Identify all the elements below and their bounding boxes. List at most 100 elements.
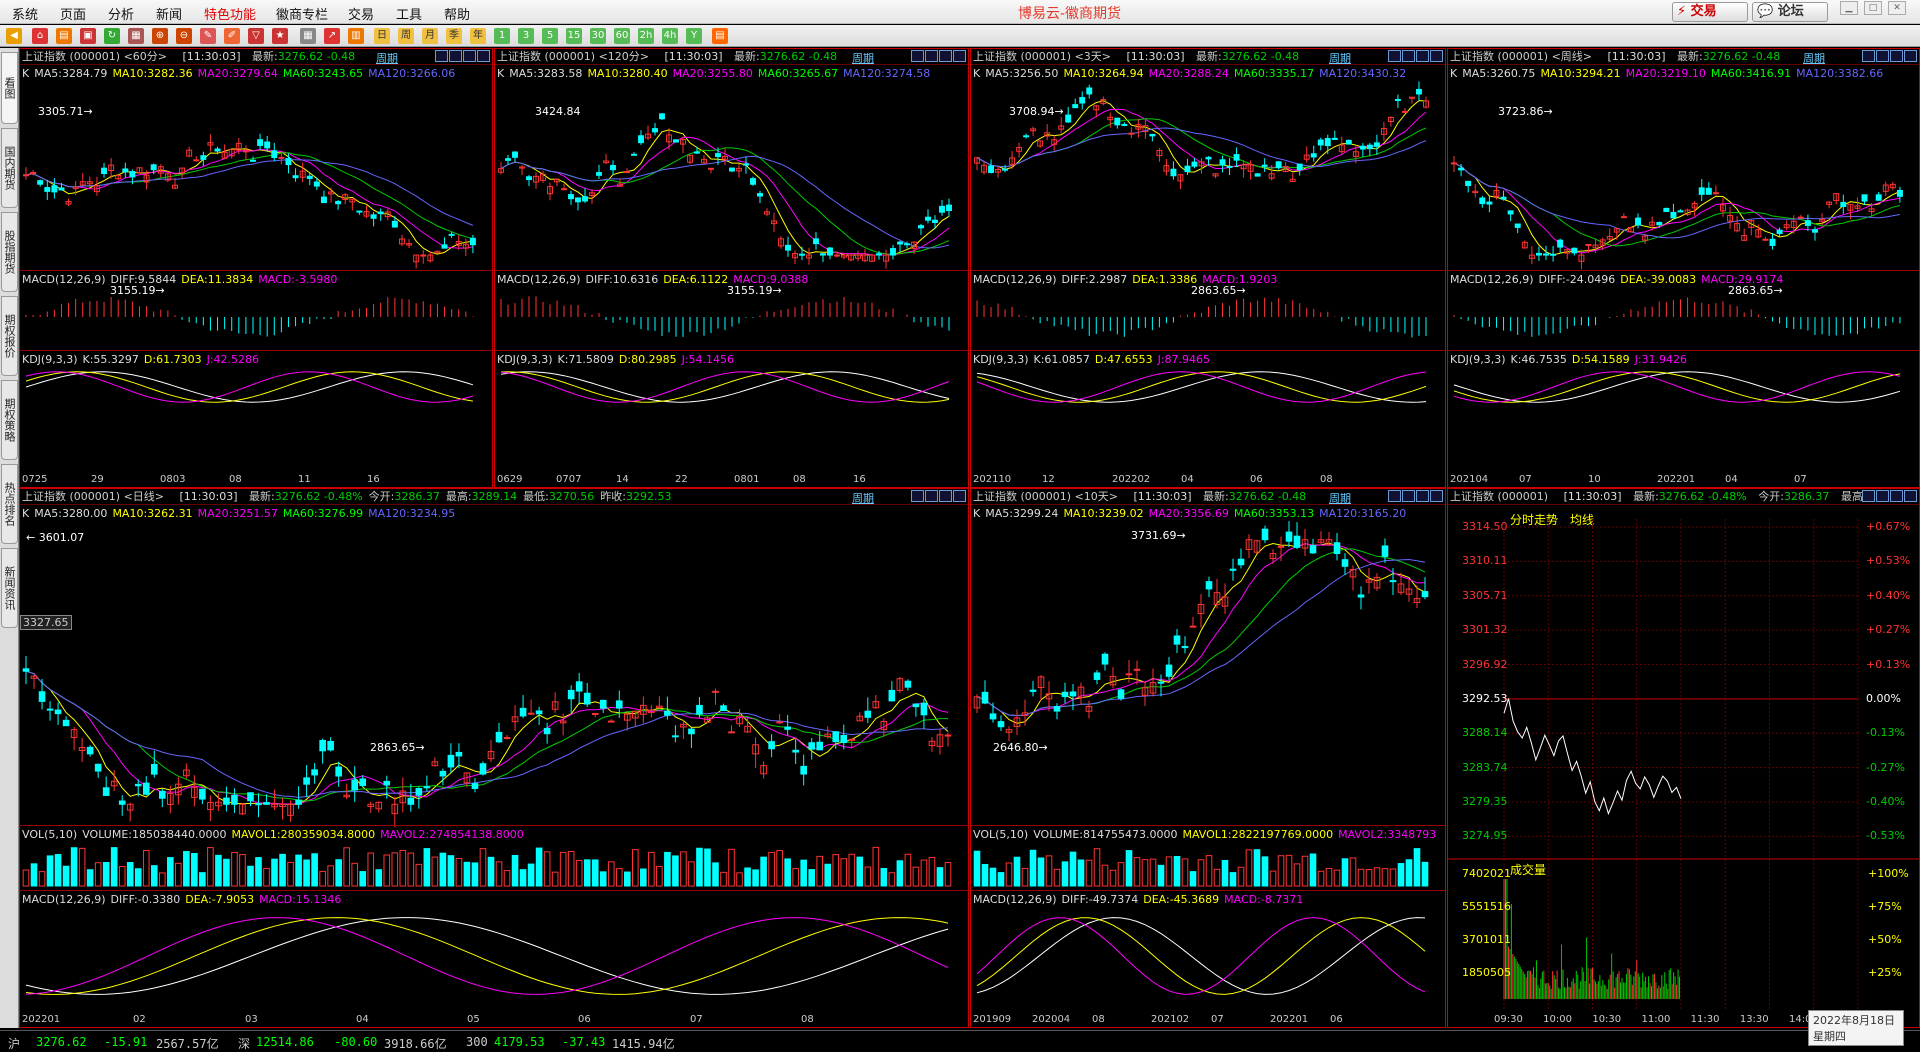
- period-link[interactable]: 周期: [1803, 50, 1825, 66]
- pen-icon[interactable]: ✎: [200, 28, 216, 44]
- draw-icon[interactable]: ✐: [224, 28, 240, 44]
- grid-icon[interactable]: ▦: [300, 28, 316, 44]
- period-link[interactable]: 周期: [852, 490, 874, 506]
- panel-min-icon[interactable]: [939, 50, 952, 62]
- panel-prev-icon[interactable]: [911, 50, 924, 62]
- panel-max-icon[interactable]: [477, 50, 490, 62]
- close-icon[interactable]: ✕: [1888, 1, 1906, 15]
- period-quarter-button[interactable]: 季: [446, 28, 462, 44]
- period-2h-button[interactable]: 2h: [638, 28, 654, 44]
- tab-domestic-futures[interactable]: 国内期货: [1, 128, 18, 208]
- period-link[interactable]: 周期: [376, 50, 398, 66]
- panel-prev-icon[interactable]: [911, 490, 924, 502]
- chart-panel[interactable]: 上证指数 (000001) <3天> [11:30:03] 最新:3276.62…: [970, 48, 1446, 488]
- menu-column[interactable]: 徽商专栏: [276, 4, 328, 23]
- menu-analysis[interactable]: 分析: [108, 4, 134, 23]
- panel-max-icon[interactable]: [953, 490, 966, 502]
- maximize-icon[interactable]: □: [1864, 1, 1882, 15]
- book-icon[interactable]: ▤: [56, 28, 72, 44]
- chart-panel[interactable]: 上证指数 (000001) <10天> [11:30:03] 最新:3276.6…: [970, 488, 1446, 1028]
- panel-prev-icon[interactable]: [1862, 50, 1875, 62]
- panel-prev-icon[interactable]: [1388, 50, 1401, 62]
- window-icon[interactable]: ▦: [128, 28, 144, 44]
- intraday-panel[interactable]: 上证指数 (000001) [11:30:03] 最新:3276.62 -0.4…: [1447, 488, 1920, 1028]
- panel-max-icon[interactable]: [1430, 50, 1443, 62]
- tab-chart[interactable]: 看图: [1, 52, 18, 124]
- tab-index-futures[interactable]: 股指期货: [1, 212, 18, 292]
- candle-icon[interactable]: ▥: [348, 28, 364, 44]
- trade-button[interactable]: ⚡ 交易: [1672, 2, 1748, 22]
- panel-next-icon[interactable]: [449, 50, 462, 62]
- panel-next-icon[interactable]: [925, 50, 938, 62]
- tab-hot-rank[interactable]: 热点排名: [1, 464, 18, 544]
- period-month-button[interactable]: 月: [422, 28, 438, 44]
- sz-index[interactable]: 12514.86: [256, 1035, 314, 1049]
- chart-panel[interactable]: 上证指数 (000001) <日线> [11:30:03] 最新:3276.62…: [19, 488, 969, 1028]
- tab-option-quotes[interactable]: 期权报价: [1, 296, 18, 376]
- menu-system[interactable]: 系统: [12, 4, 38, 23]
- period-day-button[interactable]: 日: [374, 28, 390, 44]
- menu-features[interactable]: 特色功能: [204, 4, 256, 23]
- zoom-in-icon[interactable]: ⊕: [152, 28, 168, 44]
- period-y-button[interactable]: Y: [686, 28, 702, 44]
- home-icon[interactable]: ⌂: [32, 28, 48, 44]
- period-link[interactable]: 周期: [1329, 490, 1351, 506]
- panel-max-icon[interactable]: [1430, 490, 1443, 502]
- panel-next-icon[interactable]: [1402, 490, 1415, 502]
- sh-index[interactable]: 3276.62: [36, 1035, 87, 1049]
- panel-next-icon[interactable]: [1402, 50, 1415, 62]
- period-link[interactable]: 周期: [1329, 50, 1351, 66]
- menu-news[interactable]: 新闻: [156, 4, 182, 23]
- minimize-icon[interactable]: ▁: [1840, 1, 1858, 15]
- panel-max-icon[interactable]: [1904, 490, 1917, 502]
- candle-body: [1381, 545, 1389, 557]
- forum-button[interactable]: 💬 论坛: [1752, 2, 1828, 22]
- star-icon[interactable]: ★: [272, 28, 288, 44]
- period-60-button[interactable]: 60: [614, 28, 630, 44]
- period-week-button[interactable]: 周: [398, 28, 414, 44]
- panel-min-icon[interactable]: [463, 50, 476, 62]
- period-15-button[interactable]: 15: [566, 28, 582, 44]
- chart-panel[interactable]: 上证指数 (000001) <周线> [11:30:03] 最新:3276.62…: [1447, 48, 1920, 488]
- monitor-icon[interactable]: ▣: [80, 28, 96, 44]
- c300-index[interactable]: 4179.53: [494, 1035, 545, 1049]
- chart-panel[interactable]: 上证指数 (000001) <60分> [11:30:03] 最新:3276.6…: [19, 48, 493, 488]
- refresh-icon[interactable]: ↻: [104, 28, 120, 44]
- period-3-button[interactable]: 3: [518, 28, 534, 44]
- menu-help[interactable]: 帮助: [444, 4, 470, 23]
- panel-next-icon[interactable]: [925, 490, 938, 502]
- chart-panel[interactable]: 上证指数 (000001) <120分> [11:30:03] 最新:3276.…: [494, 48, 969, 488]
- panel-prev-icon[interactable]: [1388, 490, 1401, 502]
- menu-tools[interactable]: 工具: [396, 4, 422, 23]
- tab-news[interactable]: 新闻资讯: [1, 548, 18, 628]
- tab-option-strategy[interactable]: 期权策略: [1, 380, 18, 460]
- panel-min-icon[interactable]: [1416, 490, 1429, 502]
- period-4h-button[interactable]: 4h: [662, 28, 678, 44]
- candle-body: [250, 159, 256, 162]
- panel-min-icon[interactable]: [1890, 50, 1903, 62]
- panel-max-icon[interactable]: [953, 50, 966, 62]
- period-link[interactable]: 周期: [852, 50, 874, 66]
- panel-min-icon[interactable]: [1890, 490, 1903, 502]
- candle-body: [582, 196, 588, 202]
- period-5-button[interactable]: 5: [542, 28, 558, 44]
- funnel-icon[interactable]: ▽: [248, 28, 264, 44]
- panel-min-icon[interactable]: [939, 490, 952, 502]
- panel-prev-icon[interactable]: [435, 50, 448, 62]
- menu-trade[interactable]: 交易: [348, 4, 374, 23]
- panel-next-icon[interactable]: [1876, 50, 1889, 62]
- zoom-out-icon[interactable]: ⊖: [176, 28, 192, 44]
- panel-max-icon[interactable]: [1904, 50, 1917, 62]
- back-arrow-icon[interactable]: ◀: [6, 28, 22, 44]
- menu-page[interactable]: 页面: [60, 4, 86, 23]
- panel-prev-icon[interactable]: [1862, 490, 1875, 502]
- chart-icon[interactable]: ↗: [324, 28, 340, 44]
- panel-min-icon[interactable]: [1416, 50, 1429, 62]
- period-1-button[interactable]: 1: [494, 28, 510, 44]
- volume-bar: [1101, 864, 1109, 887]
- period-30-button[interactable]: 30: [590, 28, 606, 44]
- calc-icon[interactable]: ▤: [712, 28, 728, 44]
- period-year-button[interactable]: 年: [470, 28, 486, 44]
- intraday-title-bar: 上证指数 (000001) [11:30:03] 最新:3276.62 -0.4…: [1448, 489, 1919, 505]
- panel-next-icon[interactable]: [1876, 490, 1889, 502]
